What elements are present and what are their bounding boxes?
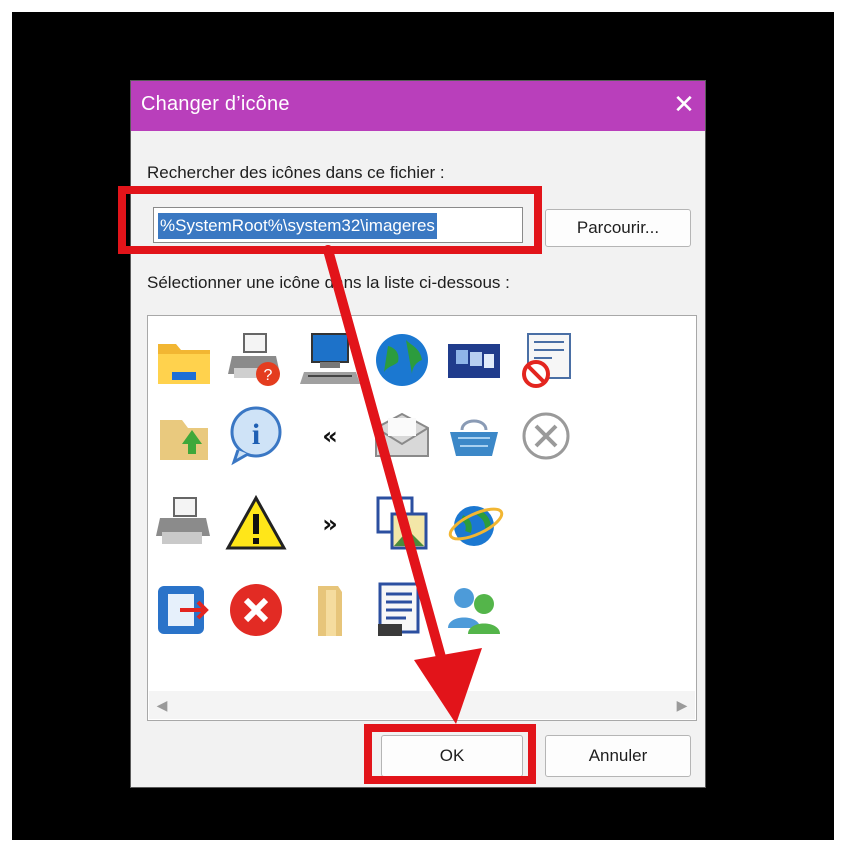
close-icon[interactable]: ✕ (669, 89, 699, 119)
globe-icon[interactable] (370, 328, 434, 392)
svg-text:?: ? (264, 367, 273, 384)
svg-text:»: » (322, 510, 338, 538)
error-icon[interactable] (224, 578, 288, 642)
double-left-arrow-icon[interactable]: « (298, 404, 362, 468)
horizontal-scrollbar[interactable]: ◀ ▶ (149, 691, 695, 719)
browse-button[interactable]: Parcourir... (545, 209, 691, 247)
folder-closed-icon[interactable] (298, 578, 362, 642)
cancel-button[interactable]: Annuler (545, 735, 691, 777)
blocked-document-icon[interactable] (514, 328, 578, 392)
computer-icon[interactable] (298, 328, 362, 392)
scroll-right-icon[interactable]: ▶ (675, 697, 689, 713)
icon-file-path-input[interactable]: %SystemRoot%\system32\imageres (153, 207, 523, 243)
select-label: Sélectionner une icône dans la liste ci-… (147, 273, 510, 292)
warning-icon[interactable] (224, 492, 288, 556)
image-frame-icon[interactable] (370, 492, 434, 556)
document-list-icon[interactable] (370, 578, 434, 642)
shopping-basket-icon[interactable] (442, 404, 506, 468)
folder-icon[interactable] (152, 328, 216, 392)
search-label: Rechercher des icônes dans ce fichier : (147, 163, 445, 182)
icon-list[interactable]: ? i « » ◀ ▶ (147, 315, 697, 721)
internet-globe-icon[interactable] (442, 492, 506, 556)
scroll-left-icon[interactable]: ◀ (155, 697, 169, 713)
change-icon-dialog: Changer d’icône ✕ Rechercher des icônes … (130, 80, 706, 788)
path-input-selected-text: %SystemRoot%\system32\imageres (158, 213, 437, 239)
ok-button[interactable]: OK (381, 735, 523, 777)
folder-green-arrow-icon[interactable] (152, 404, 216, 468)
mail-envelope-icon[interactable] (370, 404, 434, 468)
close-circle-icon[interactable] (514, 404, 578, 468)
info-icon[interactable]: i (224, 404, 288, 468)
dialog-title: Changer d’icône (141, 93, 290, 115)
printer-icon[interactable] (152, 492, 216, 556)
svg-text:i: i (252, 418, 260, 451)
title-bar: Changer d’icône ✕ (131, 81, 705, 131)
printer-help-icon[interactable]: ? (224, 328, 288, 392)
exit-icon[interactable] (152, 578, 216, 642)
double-right-arrow-icon[interactable]: » (298, 492, 362, 556)
users-icon[interactable] (442, 578, 506, 642)
svg-text:«: « (322, 422, 338, 450)
windows-stack-icon[interactable] (442, 328, 506, 392)
